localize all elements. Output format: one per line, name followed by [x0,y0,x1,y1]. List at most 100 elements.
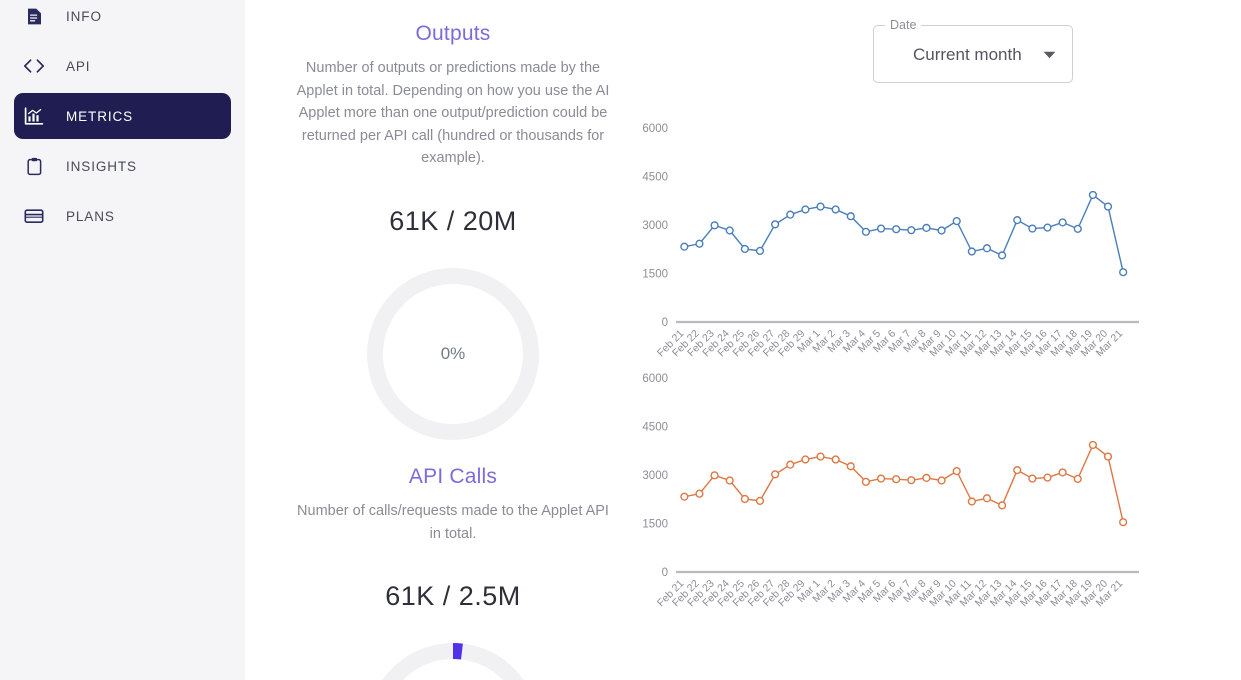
data-point[interactable] [771,220,780,229]
data-point[interactable] [1119,518,1128,527]
data-point[interactable] [831,455,840,464]
data-point[interactable] [1013,216,1022,225]
data-point[interactable] [861,477,871,486]
metrics-page: INFO API METRICS INSIGHTS PLANS Outputs … [0,0,1241,680]
metric-card-outputs: Outputs Number of outputs or predictions… [278,22,628,443]
data-point[interactable] [1088,440,1097,450]
data-point[interactable] [816,452,825,461]
data-point[interactable] [1058,468,1067,477]
date-select[interactable]: Date Current month [873,18,1073,84]
data-point[interactable] [680,242,689,251]
bar-chart-icon [22,104,46,128]
data-point[interactable] [710,221,719,230]
data-point[interactable] [725,226,734,235]
data-point[interactable] [907,226,916,235]
gauge-percent-label: 0% [440,343,466,363]
metric-value: 61K / 2.5M [385,581,521,612]
sidebar-item-label: API [66,58,91,74]
metric-description: Number of calls/requests made to the App… [297,502,609,542]
data-point[interactable] [755,246,765,255]
data-point[interactable] [1013,466,1022,475]
data-point[interactable] [982,494,992,503]
data-point[interactable] [1073,224,1082,233]
data-point[interactable] [1028,224,1037,233]
data-point[interactable] [861,227,871,236]
data-point[interactable] [1043,473,1052,482]
data-point[interactable] [998,501,1007,510]
data-point[interactable] [952,217,961,226]
sidebar-item-label: INSIGHTS [66,158,137,174]
data-point[interactable] [801,205,810,214]
data-point[interactable] [695,239,704,248]
data-point[interactable] [816,202,825,211]
data-point[interactable] [876,224,886,233]
sidebar-item-label: METRICS [66,108,134,124]
data-point[interactable] [771,470,780,479]
data-point[interactable] [1103,202,1113,211]
api-calls-chart: 0 1500 3000 4500 6000 Feb 21 Feb 22 Feb 23 Feb 2… [628,350,1148,610]
page-title: Outputs [415,22,491,45]
code-icon [22,54,46,78]
data-point[interactable] [952,467,961,476]
date-filter[interactable]: Date Current month [873,18,1073,84]
clipboard-icon [22,154,46,178]
data-point[interactable] [740,244,749,254]
data-point[interactable] [725,476,734,485]
metrics-column: Outputs Number of outputs or predictions… [278,0,628,680]
data-point[interactable] [1088,190,1097,200]
data-point[interactable] [937,476,946,485]
data-point[interactable] [1043,223,1052,232]
data-point[interactable] [846,462,855,471]
data-point[interactable] [710,471,719,480]
credit-card-icon [22,204,46,228]
sidebar-item-info[interactable]: INFO [14,0,231,39]
y-axis-tick-label: 1500 [642,269,668,281]
sidebar-item-metrics[interactable]: METRICS [14,93,231,139]
data-point[interactable] [786,210,795,219]
metric-value: 61K / 20M [389,205,517,236]
data-point[interactable] [1119,268,1128,277]
data-point[interactable] [998,251,1007,260]
data-point[interactable] [892,225,901,234]
data-point[interactable] [1103,452,1113,461]
data-point[interactable] [922,473,931,483]
metric-card-api-calls: API Calls Number of calls/requests made … [278,465,628,680]
sidebar-item-label: PLANS [66,208,115,224]
data-point[interactable] [876,474,886,483]
data-point[interactable] [695,489,704,498]
data-point[interactable] [967,247,976,256]
sidebar-item-plans[interactable]: PLANS [14,193,231,239]
y-axis-tick-label: 0 [662,567,668,579]
data-point[interactable] [982,244,992,253]
data-point[interactable] [740,494,749,504]
sidebar-item-api[interactable]: API [14,43,231,89]
chevron-down-icon[interactable] [1043,26,1056,84]
metric-description: Number of outputs or predictions made by… [296,60,610,167]
main-content: Outputs Number of outputs or predictions… [245,0,1241,680]
charts-column: Date Current month 0 1500 3000 4500 6000 Feb … [628,0,1241,680]
y-axis-tick-label: 4500 [642,422,668,434]
data-point[interactable] [831,205,840,214]
data-point[interactable] [937,226,946,235]
y-axis-tick-label: 6000 [642,373,668,385]
data-point[interactable] [846,212,855,221]
series-line [684,193,1124,273]
data-point[interactable] [786,460,795,469]
data-point[interactable] [1058,218,1067,227]
data-point[interactable] [1073,474,1082,483]
data-point[interactable] [967,497,976,506]
y-axis-tick-label: 4500 [642,172,668,184]
data-point[interactable] [801,455,810,464]
y-axis-tick-label: 3000 [642,470,668,482]
data-point[interactable] [892,475,901,484]
data-point[interactable] [922,223,931,233]
data-point[interactable] [1028,474,1037,483]
series-line [684,443,1124,523]
api-calls-gauge [364,640,542,680]
data-point[interactable] [755,496,765,505]
sidebar: INFO API METRICS INSIGHTS PLANS [0,0,245,680]
sidebar-item-insights[interactable]: INSIGHTS [14,143,231,189]
date-select-value: Current month [913,45,1022,64]
data-point[interactable] [907,476,916,485]
data-point[interactable] [680,492,689,501]
